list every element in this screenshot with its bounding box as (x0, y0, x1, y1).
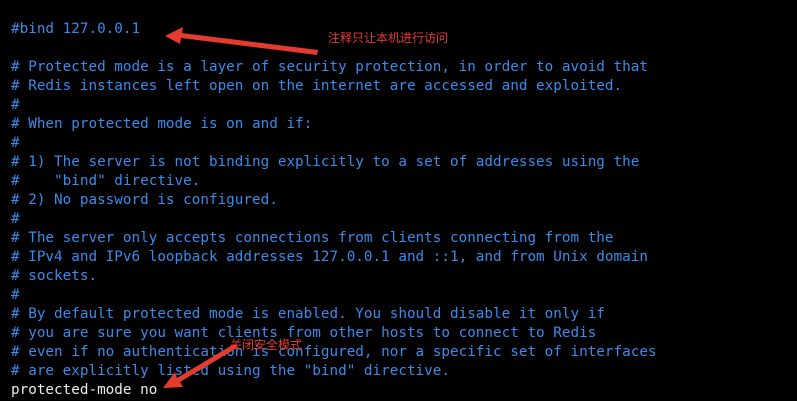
config-line-comment: # (11, 135, 20, 151)
config-line-comment: # By default protected mode is enabled. … (11, 306, 605, 322)
terminal-window[interactable]: #bind 127.0.0.1 # Protected mode is a la… (0, 0, 797, 401)
annotation-bind-note: 注释只让本机进行访问 (328, 31, 449, 45)
config-line-comment: # 2) No password is configured. (11, 192, 278, 208)
config-line-comment: # The server only accepts connections fr… (11, 230, 614, 246)
config-line-comment: # IPv4 and IPv6 loopback addresses 127.0… (11, 249, 648, 265)
config-line-comment: # 1) The server is not binding explicitl… (11, 154, 640, 170)
config-text: #bind 127.0.0.1 # Protected mode is a la… (11, 20, 657, 400)
config-line-comment: # you are sure you want clients from oth… (11, 325, 597, 341)
annotation-protected-mode-note: 关闭安全模式 (230, 338, 303, 352)
config-line-comment: # are explicitly listed using the "bind"… (11, 363, 450, 379)
config-line-comment: # "bind" directive. (11, 173, 201, 189)
config-line-comment: # When protected mode is on and if: (11, 116, 313, 132)
config-line-comment: # Protected mode is a layer of security … (11, 59, 648, 75)
config-line-comment: # (11, 211, 20, 227)
config-line-comment: # sockets. (11, 268, 98, 284)
config-line-comment: # (11, 97, 20, 113)
config-line-comment: # (11, 287, 20, 303)
config-line-comment: # Redis instances left open on the inter… (11, 78, 623, 94)
config-line-protected-mode: protected-mode no (11, 382, 158, 398)
config-line-comment: # even if no authentication is configure… (11, 344, 657, 360)
